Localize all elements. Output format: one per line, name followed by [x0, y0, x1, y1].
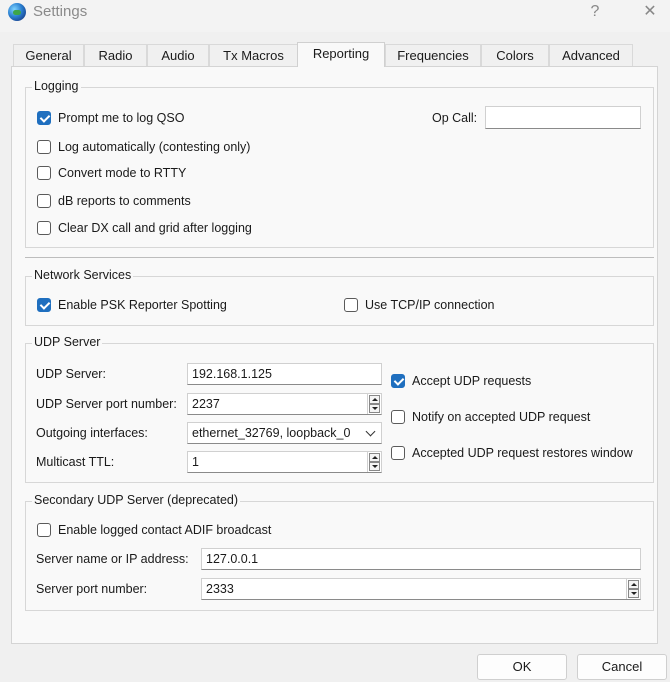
restores-window-label: Accepted UDP request restores window: [412, 446, 633, 460]
tab-tx-macros[interactable]: Tx Macros: [209, 44, 298, 66]
op-call-input[interactable]: [485, 106, 641, 129]
psk-reporter-label: Enable PSK Reporter Spotting: [58, 298, 227, 312]
tab-reporting[interactable]: Reporting: [297, 42, 385, 67]
udp-server-title: UDP Server: [32, 335, 103, 349]
logging-group-title: Logging: [32, 79, 81, 93]
spin-up-icon[interactable]: [369, 395, 380, 404]
accept-udp-label: Accept UDP requests: [412, 374, 532, 388]
tab-radio[interactable]: Radio: [84, 44, 147, 66]
app-globe-icon: [8, 3, 26, 21]
spin-up-icon[interactable]: [369, 453, 380, 462]
title-bar: [0, 0, 670, 32]
tab-advanced[interactable]: Advanced: [549, 44, 633, 66]
secondary-udp-title: Secondary UDP Server (deprecated): [32, 493, 241, 507]
spin-down-icon[interactable]: [369, 404, 380, 413]
clear-dx-label: Clear DX call and grid after logging: [58, 221, 252, 235]
multicast-ttl-label: Multicast TTL:: [36, 455, 115, 469]
restores-window-checkbox[interactable]: [391, 446, 405, 460]
multicast-ttl-input[interactable]: 1: [187, 451, 382, 473]
close-icon[interactable]: ✕: [630, 0, 670, 26]
udp-port-spinner[interactable]: [367, 394, 380, 414]
convert-rtty-label: Convert mode to RTTY: [58, 166, 187, 180]
server-port-label: Server port number:: [36, 582, 148, 596]
help-button[interactable]: ?: [575, 0, 615, 26]
notify-udp-label: Notify on accepted UDP request: [412, 410, 591, 424]
clear-dx-checkbox[interactable]: [37, 221, 51, 235]
convert-rtty-checkbox[interactable]: [37, 166, 51, 180]
notify-udp-checkbox[interactable]: [391, 410, 405, 424]
tab-audio[interactable]: Audio: [147, 44, 209, 66]
ok-button[interactable]: OK: [477, 654, 567, 680]
accept-udp-checkbox[interactable]: [391, 374, 405, 388]
server-port-spinner[interactable]: [626, 579, 639, 599]
tcp-ip-checkbox[interactable]: [344, 298, 358, 312]
server-name-label: Server name or IP address:: [36, 552, 189, 566]
db-reports-checkbox[interactable]: [37, 194, 51, 208]
separator: [25, 257, 654, 258]
tcp-ip-label: Use TCP/IP connection: [365, 298, 495, 312]
window-title: Settings: [33, 3, 88, 20]
tab-colors[interactable]: Colors: [481, 44, 549, 66]
op-call-label: Op Call:: [432, 111, 478, 125]
log-automatically-checkbox[interactable]: [37, 140, 51, 154]
adif-broadcast-checkbox[interactable]: [37, 523, 51, 537]
outgoing-interfaces-select[interactable]: ethernet_32769, loopback_0: [187, 422, 382, 444]
udp-server-input[interactable]: 192.168.1.125: [187, 363, 382, 385]
chevron-down-icon[interactable]: [366, 428, 376, 438]
udp-server-label: UDP Server:: [36, 367, 106, 381]
spin-down-icon[interactable]: [369, 462, 380, 471]
db-reports-label: dB reports to comments: [58, 194, 191, 208]
prompt-log-qso-label: Prompt me to log QSO: [58, 111, 185, 125]
psk-reporter-checkbox[interactable]: [37, 298, 51, 312]
network-services-title: Network Services: [32, 268, 134, 282]
outgoing-interfaces-label: Outgoing interfaces:: [36, 426, 148, 440]
adif-broadcast-label: Enable logged contact ADIF broadcast: [58, 523, 272, 537]
tab-general[interactable]: General: [13, 44, 84, 66]
server-name-input[interactable]: 127.0.0.1: [201, 548, 641, 570]
multicast-ttl-spinner[interactable]: [367, 452, 380, 472]
prompt-log-qso-checkbox[interactable]: [37, 111, 51, 125]
udp-port-input[interactable]: 2237: [187, 393, 382, 415]
udp-port-label: UDP Server port number:: [36, 397, 177, 411]
cancel-button[interactable]: Cancel: [577, 654, 667, 680]
spin-down-icon[interactable]: [628, 589, 639, 598]
log-automatically-label: Log automatically (contesting only): [58, 140, 251, 154]
tab-frequencies[interactable]: Frequencies: [385, 44, 481, 66]
server-port-input[interactable]: 2333: [201, 578, 641, 600]
spin-up-icon[interactable]: [628, 580, 639, 589]
